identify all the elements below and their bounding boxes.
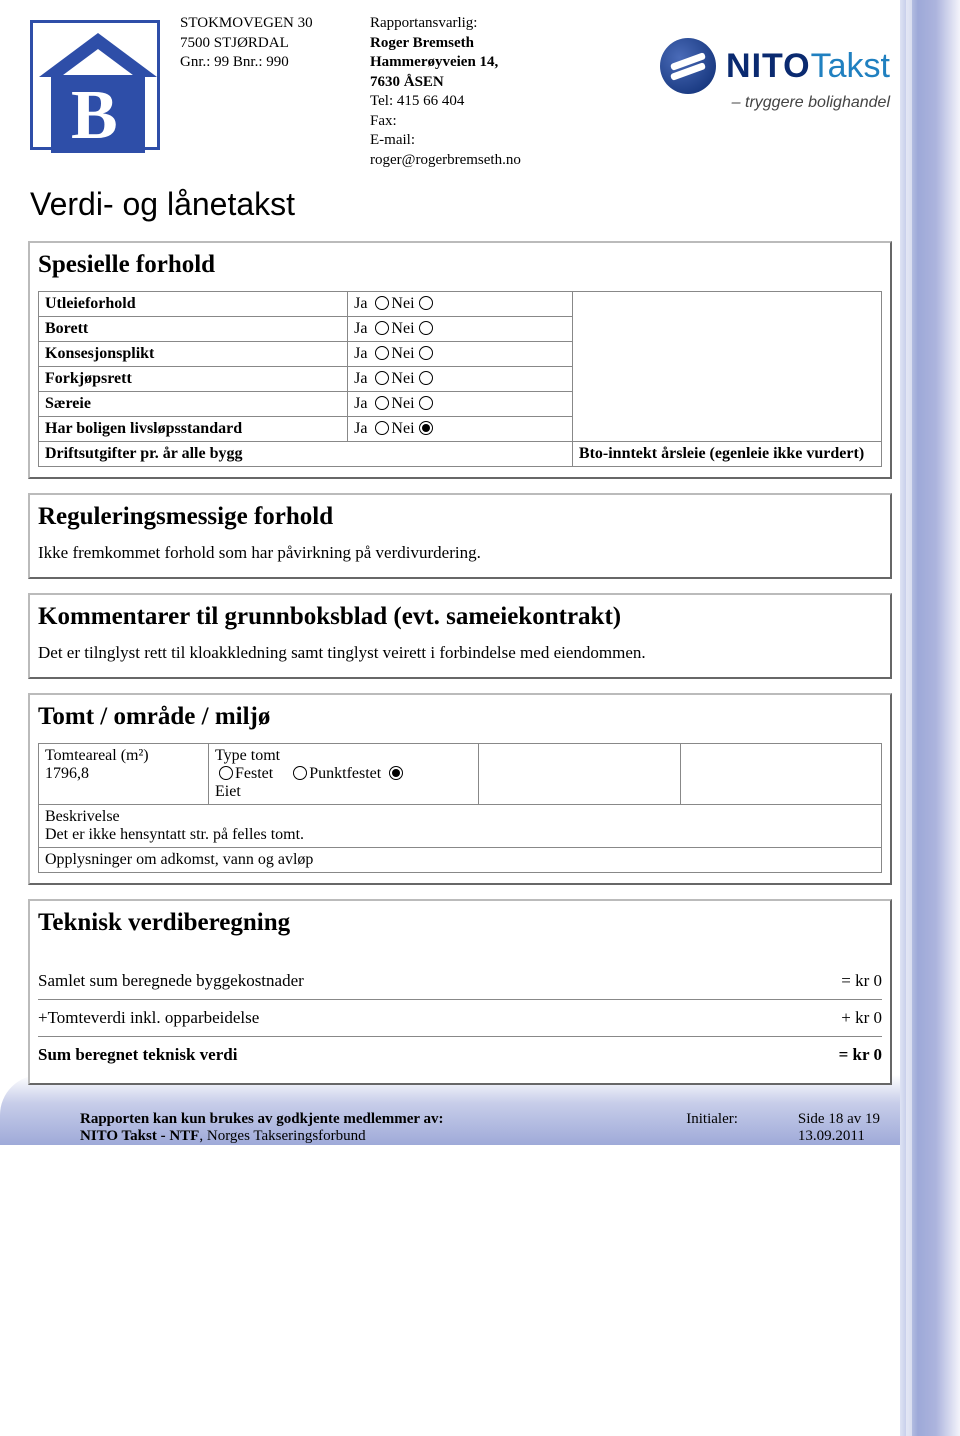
radio-eiet[interactable] [389,766,403,780]
tomt-areal-label: Tomteareal (m²) [45,747,149,764]
section-kommentarer: Kommentarer til grunnboksblad (evt. same… [28,593,892,679]
radio-ja[interactable] [375,421,389,435]
resp-email-label: E-mail: [370,131,521,151]
radio-nei[interactable] [419,346,433,360]
radio-nei[interactable] [419,296,433,310]
nito-tagline: – tryggere bolighandel [660,94,890,112]
footer-dato: 13.09.2011 [798,1128,865,1144]
opt-punkt: Punktfestet [309,765,381,782]
drifts-label: Driftsutgifter pr. år alle bygg [39,442,573,467]
spesielle-row: UtleieforholdJa Nei [39,292,882,317]
spesielle-table: UtleieforholdJa NeiBorettJa NeiKonsesjon… [38,291,882,467]
opt-festet: Festet [235,765,273,782]
footer-initialer: Initialer: [686,1111,738,1145]
page: B STOKMOVEGEN 30 7500 STJØRDAL Gnr.: 99 … [20,0,900,1145]
teknisk-row-value: = kr 0 [841,971,882,991]
beskrivelse-body: Det er ikke hensyntatt str. på felles to… [45,826,304,843]
footer-line1b: NITO Takst - NTF [80,1128,199,1144]
beskrivelse-label: Beskrivelse [45,808,120,825]
spesielle-options: Ja Nei [348,342,573,367]
radio-ja[interactable] [375,396,389,410]
tomt-table: Tomteareal (m²) 1796,8 Type tomt Festet … [38,743,882,873]
nito-brand2: Takst [811,47,890,85]
resp-name: Roger Bremseth [370,34,521,54]
spesielle-note-cell [572,292,881,442]
spesielle-label: Forkjøpsrett [39,367,348,392]
addr-line3: Gnr.: 99 Bnr.: 990 [180,53,350,73]
resp-tel: Tel: 415 66 404 [370,92,521,112]
section-teknisk: Teknisk verdiberegning Samlet sum beregn… [28,899,892,1085]
regulering-body: Ikke fremkommet forhold som har påvirkni… [38,543,882,563]
property-address: STOKMOVEGEN 30 7500 STJØRDAL Gnr.: 99 Bn… [180,10,350,73]
radio-ja[interactable] [375,371,389,385]
spesielle-label: Utleieforhold [39,292,348,317]
bto-label: Bto-inntekt årsleie (egenleie ikke vurde… [572,442,881,467]
opplysninger-label: Opplysninger om adkomst, vann og avløp [39,848,882,873]
spesielle-label: Særeie [39,392,348,417]
nito-globe-icon [660,38,716,94]
spesielle-heading: Spesielle forhold [38,251,882,279]
radio-ja[interactable] [375,321,389,335]
blueprint-decor-right [900,0,960,1436]
radio-ja[interactable] [375,296,389,310]
section-tomt: Tomt / område / miljø Tomteareal (m²) 17… [28,693,892,885]
resp-fax: Fax: [370,112,521,132]
radio-nei[interactable] [419,396,433,410]
kommentarer-heading: Kommentarer til grunnboksblad (evt. same… [38,603,882,631]
opt-eiet: Eiet [215,783,241,800]
page-title: Verdi- og lånetakst [30,186,900,223]
radio-ja[interactable] [375,346,389,360]
footer-line1c: , Norges Takseringsforbund [199,1128,365,1144]
spesielle-options: Ja Nei [348,317,573,342]
responsible-block: Rapportansvarlig: Roger Bremseth Hammerø… [370,10,521,170]
spesielle-options: Ja Nei [348,367,573,392]
resp-addr1: Hammerøyveien 14, [370,53,521,73]
nito-logo: NITOTakst – tryggere bolighandel [660,10,890,112]
teknisk-row: +Tomteverdi inkl. opparbeidelse + kr 0 [38,1000,882,1037]
radio-nei[interactable] [419,421,433,435]
teknisk-row-label: Sum beregnet teknisk verdi [38,1045,237,1065]
company-logo: B [30,20,160,150]
teknisk-row-label: +Tomteverdi inkl. opparbeidelse [38,1008,259,1028]
spesielle-options: Ja Nei [348,292,573,317]
teknisk-row-label: Samlet sum beregnede byggekostnader [38,971,304,991]
tomt-areal-value: 1796,8 [45,765,89,782]
resp-email: roger@rogerbremseth.no [370,151,521,171]
radio-nei[interactable] [419,371,433,385]
footer-side: Side 18 av 19 [798,1111,880,1127]
teknisk-heading: Teknisk verdiberegning [38,909,882,937]
addr-line2: 7500 STJØRDAL [180,34,350,54]
tomt-type-label: Type tomt [215,747,280,764]
radio-punktfestet[interactable] [293,766,307,780]
resp-label: Rapportansvarlig: [370,14,521,34]
spesielle-options: Ja Nei [348,392,573,417]
regulering-heading: Reguleringsmessige forhold [38,503,882,531]
resp-addr2: 7630 ÅSEN [370,73,521,93]
kommentarer-body: Det er tilnglyst rett til kloakkledning … [38,643,882,663]
teknisk-row: Sum beregnet teknisk verdi = kr 0 [38,1037,882,1073]
tomt-heading: Tomt / område / miljø [38,703,882,731]
teknisk-row: Samlet sum beregnede byggekostnader = kr … [38,963,882,1000]
teknisk-row-value: = kr 0 [839,1045,882,1065]
section-spesielle: Spesielle forhold UtleieforholdJa NeiBor… [28,241,892,479]
spesielle-options: Ja Nei [348,417,573,442]
nito-brand1: NITO [726,47,811,85]
header: B STOKMOVEGEN 30 7500 STJØRDAL Gnr.: 99 … [20,10,900,180]
spesielle-label: Borett [39,317,348,342]
radio-nei[interactable] [419,321,433,335]
teknisk-row-value: + kr 0 [841,1008,882,1028]
nito-wordmark: NITOTakst [726,47,890,86]
spesielle-label: Konsesjonsplikt [39,342,348,367]
addr-line1: STOKMOVEGEN 30 [180,14,350,34]
spesielle-label: Har boligen livsløpsstandard [39,417,348,442]
radio-festet[interactable] [219,766,233,780]
footer: Rapporten kan kun brukes av godkjente me… [80,1111,880,1145]
footer-line1a: Rapporten kan kun brukes av godkjente me… [80,1111,444,1127]
section-regulering: Reguleringsmessige forhold Ikke fremkomm… [28,493,892,579]
